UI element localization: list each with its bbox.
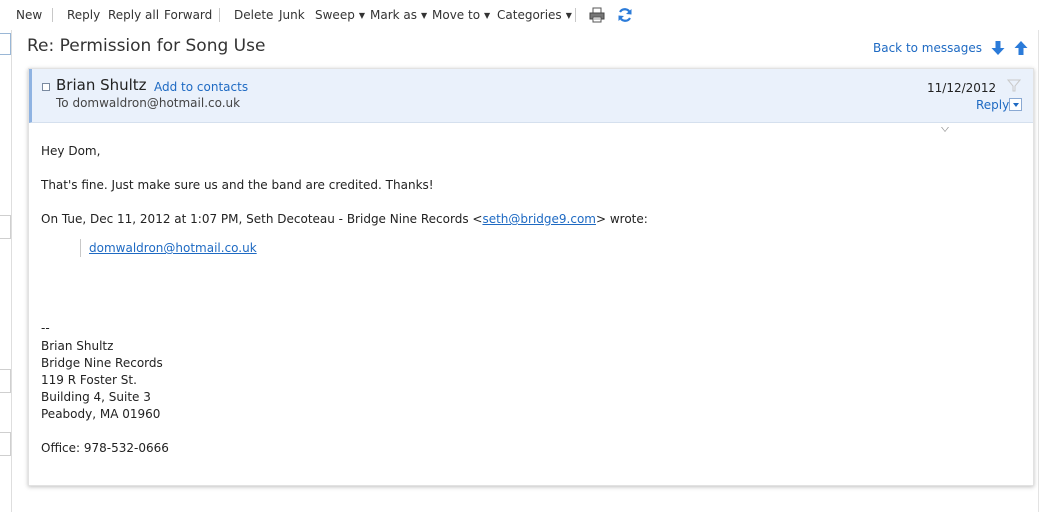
signature-company: Bridge Nine Records — [41, 356, 163, 370]
chevron-down-icon: ▼ — [421, 11, 428, 20]
folder-pane-item[interactable] — [0, 369, 11, 393]
printer-icon[interactable] — [588, 6, 606, 24]
quote-email-link[interactable]: seth@bridge9.com — [482, 212, 596, 226]
toolbar: New Reply Reply all Forward Delete Junk … — [0, 0, 1056, 30]
back-to-messages-link[interactable]: Back to messages — [873, 41, 982, 55]
signature-address: Building 4, Suite 3 — [41, 390, 151, 404]
expand-icon[interactable] — [941, 127, 949, 132]
quote-intro: On Tue, Dec 11, 2012 at 1:07 PM, Seth De… — [41, 212, 648, 226]
forward-button[interactable]: Forward — [164, 8, 212, 22]
scrollbar-track[interactable] — [1038, 30, 1039, 512]
chevron-down-icon: ▼ — [358, 11, 365, 20]
signature-separator: -- — [41, 321, 50, 335]
toolbar-separator — [575, 8, 576, 22]
refresh-icon[interactable] — [616, 6, 634, 24]
body-greeting: Hey Dom, — [41, 144, 101, 158]
quote-intro-text: On Tue, Dec 11, 2012 at 1:07 PM, Seth De… — [41, 212, 483, 226]
message-card: Brian Shultz Add to contacts To domwaldr… — [28, 68, 1034, 486]
reply-link[interactable]: Reply — [976, 98, 1009, 112]
sweep-menu[interactable]: Sweep ▼ — [315, 8, 365, 22]
add-to-contacts-link[interactable]: Add to contacts — [154, 80, 248, 94]
message-date: 11/12/2012 — [927, 81, 997, 95]
junk-button[interactable]: Junk — [279, 8, 305, 22]
chevron-down-icon: ▼ — [484, 11, 491, 20]
quoted-block: domwaldron@hotmail.co.uk — [80, 239, 257, 257]
folder-pane-item[interactable] — [0, 33, 11, 55]
signature-city: Peabody, MA 01960 — [41, 407, 161, 421]
signature-address: 119 R Foster St. — [41, 373, 137, 387]
move-to-label: Move to — [432, 8, 481, 22]
toolbar-separator — [52, 8, 53, 22]
message-header: Brian Shultz Add to contacts To domwaldr… — [29, 69, 1033, 123]
reply-options-dropdown[interactable] — [1009, 98, 1022, 111]
categories-menu[interactable]: Categories ▼ — [497, 8, 572, 22]
body-line: That's fine. Just make sure us and the b… — [41, 178, 434, 192]
arrow-down-icon[interactable] — [991, 40, 1005, 56]
new-button[interactable]: New — [16, 8, 42, 22]
reply-all-button[interactable]: Reply all — [108, 8, 159, 22]
folder-pane-item[interactable] — [0, 215, 11, 239]
arrow-up-icon[interactable] — [1014, 40, 1028, 56]
sender-name[interactable]: Brian Shultz — [56, 76, 147, 94]
collapse-icon[interactable] — [42, 83, 50, 91]
sweep-label: Sweep — [315, 8, 355, 22]
delete-button[interactable]: Delete — [234, 8, 273, 22]
quoted-email-link[interactable]: domwaldron@hotmail.co.uk — [89, 241, 257, 255]
folder-pane-item[interactable] — [0, 432, 11, 456]
mark-as-label: Mark as — [370, 8, 418, 22]
move-to-menu[interactable]: Move to ▼ — [432, 8, 490, 22]
mark-as-menu[interactable]: Mark as ▼ — [370, 8, 427, 22]
signature-name: Brian Shultz — [41, 339, 114, 353]
chevron-down-icon: ▼ — [565, 11, 572, 20]
reply-button[interactable]: Reply — [67, 8, 100, 22]
flag-icon[interactable] — [1007, 78, 1021, 92]
recipient-line: To domwaldron@hotmail.co.uk — [56, 96, 241, 110]
categories-label: Categories — [497, 8, 562, 22]
toolbar-separator — [219, 8, 220, 22]
quote-intro-end: > wrote: — [595, 212, 648, 226]
folder-pane-edge — [0, 30, 12, 512]
signature-office-phone: Office: 978-532-0666 — [41, 441, 169, 455]
message-subject: Re: Permission for Song Use — [27, 36, 266, 56]
